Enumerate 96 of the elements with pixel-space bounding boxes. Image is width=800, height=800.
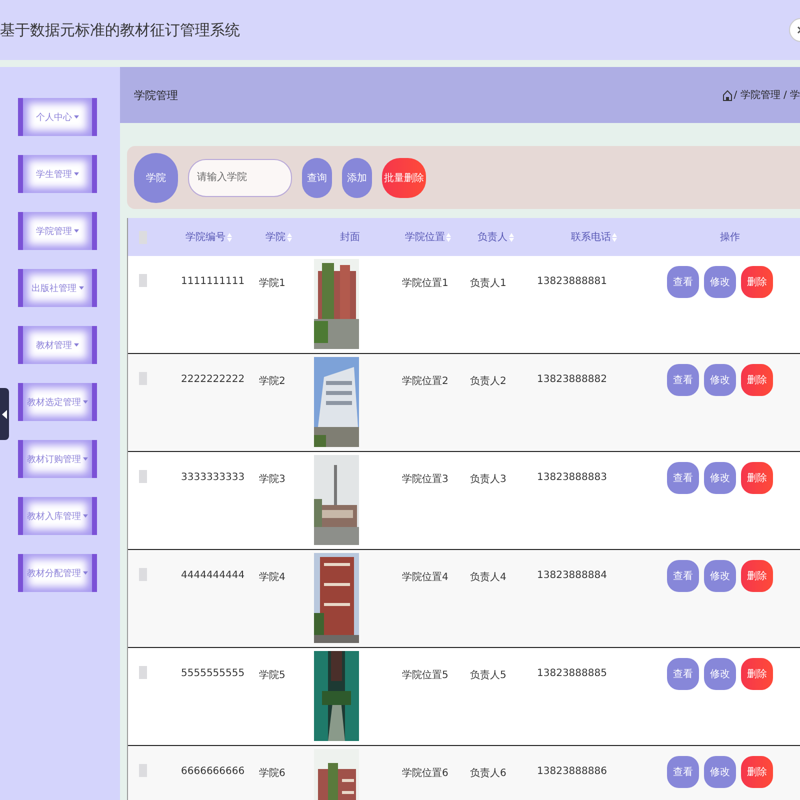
action-button[interactable]: 修改 [704,560,736,592]
sidebar-menu-item[interactable]: 教材管理 [18,326,97,364]
action-button[interactable]: 查看 [667,756,699,788]
table-cell-text: 2222222222 [180,373,246,387]
select-all-checkbox[interactable] [139,230,147,244]
breadcrumb[interactable]: / 学院管理 / 学 [734,88,800,102]
table-cell-text: 负责人4 [469,570,508,585]
caret-icon [74,172,79,176]
table-cell-text: 13823888883 [536,471,608,485]
delete-button[interactable]: 删除 [741,364,773,396]
caret-icon [78,286,84,290]
search-label: 学院 [134,152,178,202]
caret-icon [74,115,79,119]
action-button[interactable]: 修改 [704,266,736,298]
sidebar-menu-item[interactable]: 教材入库管理 [18,497,97,535]
action-button[interactable]: 查看 [667,364,699,396]
sidebar-menu-item[interactable]: 学院管理 [18,212,97,250]
action-button[interactable]: 查看 [667,658,699,690]
table-cell-text: 学院4 [258,570,286,585]
table-cell-text: 负责人3 [469,472,508,487]
action-button[interactable]: 修改 [704,364,736,396]
sort-icon [286,232,292,242]
table-cell-text: 学院1 [258,276,286,291]
column-header: 负责人 [478,230,508,244]
action-button[interactable]: 查看 [667,462,699,494]
search-button[interactable]: 添加 [342,158,372,198]
action-button[interactable]: 查看 [667,560,699,592]
delete-button[interactable]: 删除 [741,266,773,298]
caret-icon [83,571,88,575]
search-button[interactable]: 查询 [302,158,332,198]
sidebar-menu-item[interactable]: 学生管理 [18,155,97,193]
table-cell-text: 学院位置3 [401,472,450,487]
column-header: 联系电话 [571,230,611,244]
row-checkbox[interactable] [139,764,147,777]
table-cell-text: 学院位置6 [401,766,450,781]
sort-icon [612,232,617,242]
action-button[interactable]: 修改 [704,462,736,494]
row-checkbox[interactable] [139,372,147,385]
column-header: 封面 [340,230,360,244]
collapse-button[interactable] [0,388,9,440]
caret-icon [74,343,79,347]
delete-button[interactable]: 删除 [741,658,773,690]
page-title: 学院管理 [134,88,178,102]
table-cell-text: 13823888885 [536,667,608,681]
table-cell-text: 学院3 [258,472,286,487]
sidebar-menu-item[interactable]: 个人中心 [18,98,97,136]
row-checkbox[interactable] [139,568,147,581]
table-cell-text: 学院位置4 [401,570,450,585]
sort-icon [226,232,232,242]
delete-button[interactable]: 删除 [741,756,773,788]
column-header: 学院 [266,230,286,244]
sidebar-menu-item[interactable]: 教材订购管理 [18,440,97,478]
row-checkbox[interactable] [139,274,147,287]
table-cell-text: 4444444444 [180,569,246,583]
home-icon [722,90,732,100]
app-title: 基于数据元标准的教材征订管理系统 [0,20,240,40]
table-cell-text: 负责人5 [469,668,508,683]
table-cell-text: 学院位置5 [401,668,450,683]
action-button[interactable]: 修改 [704,756,736,788]
batch-delete-button[interactable]: 批量删除 [382,158,426,198]
column-header: 学院位置 [405,230,445,244]
action-button[interactable]: 修改 [704,658,736,690]
left-arrow-icon [2,410,7,418]
caret-icon [83,457,88,461]
table-cell-text: 学院5 [258,668,286,683]
caret-icon [74,229,79,233]
caret-icon [83,514,88,518]
table-cell-text: 3333333333 [180,471,246,485]
table-cell-text: 负责人1 [469,276,508,291]
action-button[interactable]: 查看 [667,266,699,298]
table-cell-text: 学院位置1 [401,276,450,291]
column-header: 操作 [720,231,740,244]
table-cell-text: 13823888882 [536,373,608,387]
caret-icon [83,400,88,404]
delete-button[interactable]: 删除 [741,560,773,592]
table-cell-text: 学院2 [258,374,286,389]
column-header: 学院编号 [186,230,226,244]
table-cell-text: 负责人2 [469,374,508,389]
sort-icon [508,232,514,242]
table-cell-text: 13823888881 [536,275,608,289]
delete-button[interactable]: 删除 [741,462,773,494]
table-cell-text: 1111111111 [180,275,246,289]
sidebar-menu-item[interactable]: 出版社管理 [18,269,97,307]
table-cell-text: 6666666666 [180,765,246,779]
sort-icon [446,232,451,242]
table-cell-text: 13823888884 [536,569,608,583]
search-field[interactable]: 请输入学院 [188,158,292,196]
row-checkbox[interactable] [139,666,147,679]
sidebar-menu-item[interactable]: 教材分配管理 [18,554,97,592]
table-cell-text: 负责人6 [469,766,508,781]
row-checkbox[interactable] [139,470,147,483]
sidebar-menu-item[interactable]: 教材选定管理 [18,383,97,421]
table-cell-text: 学院位置2 [401,374,450,389]
table-cell-text: 学院6 [258,766,286,781]
table-cell-text: 13823888886 [536,765,608,779]
table-cell-text: 5555555555 [180,667,246,681]
